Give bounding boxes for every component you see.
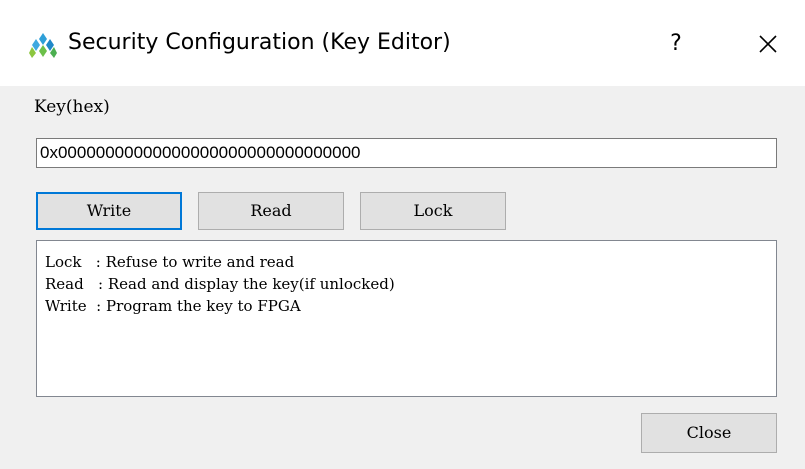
key-label: Key(hex) [34,97,110,117]
dialog-body: Key(hex) Write Read Lock Lock : Refuse t… [0,86,805,469]
lock-button[interactable]: Lock [360,192,506,230]
window-title: Security Configuration (Key Editor) [68,30,451,55]
title-bar: Security Configuration (Key Editor) ? [0,0,805,86]
gowin-app-icon [29,33,57,58]
info-line-read: Read : Read and display the key(if unloc… [45,275,395,293]
help-button[interactable]: ? [656,24,696,64]
close-button[interactable]: Close [641,413,777,453]
key-editor-dialog: Security Configuration (Key Editor) ? Ke… [0,0,805,469]
close-icon[interactable] [748,24,788,64]
info-line-lock: Lock : Refuse to write and read [45,253,295,271]
key-input[interactable] [36,138,777,168]
write-button[interactable]: Write [36,192,182,230]
info-text-area[interactable]: Lock : Refuse to write and read Read : R… [36,240,777,397]
info-line-write: Write : Program the key to FPGA [45,297,301,315]
read-button[interactable]: Read [198,192,344,230]
